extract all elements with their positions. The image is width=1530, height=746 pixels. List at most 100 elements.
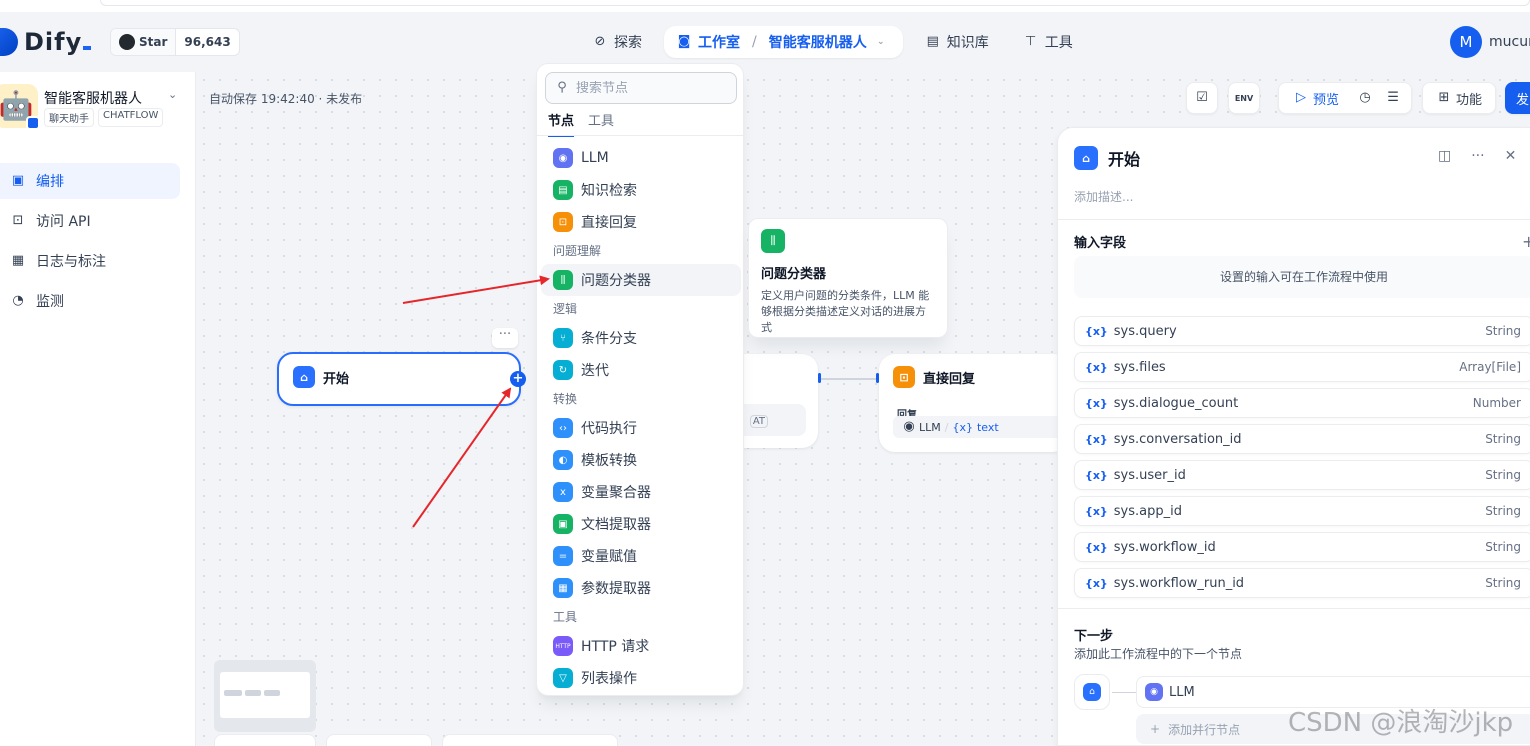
zoom-controls[interactable] — [214, 734, 316, 746]
node-option-llm[interactable]: ◉ LLM — [541, 142, 741, 174]
preview-button[interactable]: 预览 — [1313, 89, 1339, 108]
mode-controls[interactable] — [442, 734, 618, 746]
variable-row: {x} sys.user_id String — [1074, 460, 1530, 490]
sidebar-item-logs[interactable]: ▦ 日志与标注 — [0, 243, 180, 279]
current-app-switcher[interactable]: 智能客服机器人 — [769, 32, 867, 52]
plus-icon: + — [1150, 722, 1161, 736]
panel-title[interactable]: 开始 — [1108, 146, 1140, 170]
compass-icon: ⊘ — [594, 34, 606, 49]
next-step-label: 下一步 — [1074, 629, 1114, 644]
sidebar-item-api[interactable]: ⊡ 访问 API — [0, 203, 180, 239]
play-icon[interactable]: ▷ — [1293, 90, 1309, 106]
node-option-list-operator[interactable]: ▽ 列表操作 — [541, 662, 741, 694]
system-variables-list: {x} sys.query String {x} sys.files Array[Fil… — [1074, 316, 1530, 604]
app-tags: 聊天助手 CHATFLOW — [44, 108, 164, 127]
variable-icon: x — [553, 482, 573, 502]
start-node-panel: ⌂ 开始 ◫ ··· ✕ 添加描述... 输入字段 + 设置的输入可在工作流程中使… — [1057, 127, 1530, 746]
llm-icon: ◉ — [553, 148, 573, 168]
user-avatar[interactable]: M — [1450, 26, 1482, 58]
watermark: CSDN @浪淘沙jkp — [1288, 708, 1514, 738]
grid-icon: ⊞ — [1438, 90, 1450, 105]
input-fields-label: 输入字段 — [1074, 236, 1127, 251]
document-icon: ▦ — [11, 253, 25, 268]
node-search[interactable]: ⚲ — [545, 72, 737, 104]
panel-layout-icon[interactable]: ◫ — [1438, 148, 1451, 164]
sidebar-item-monitor[interactable]: ◔ 监测 — [0, 283, 180, 319]
logo-mark-icon — [0, 28, 18, 56]
node-option-iteration[interactable]: ↻ 迭代 — [541, 354, 741, 386]
dify-logo[interactable]: Dify — [0, 28, 92, 56]
variable-icon: {x} — [1085, 396, 1108, 410]
group-logic: 逻辑 — [553, 302, 578, 316]
variable-row: {x} sys.dialogue_count Number — [1074, 388, 1530, 418]
tooltip-title: 问题分类器 — [761, 267, 827, 282]
node-option-template[interactable]: ◐ 模板转换 — [541, 444, 741, 476]
node-more-icon[interactable]: ··· — [492, 328, 518, 348]
chevron-down-icon[interactable]: ⌄ — [873, 34, 889, 50]
node-option-if-else[interactable]: ⑂ 条件分支 — [541, 322, 741, 354]
node-tag: AT — [749, 415, 768, 428]
nav-studio-label: 工作室 — [698, 35, 740, 51]
panel-more-icon[interactable]: ··· — [1471, 148, 1484, 164]
node-option-code[interactable]: ‹› 代码执行 — [541, 412, 741, 444]
book-icon: ▤ — [926, 34, 939, 49]
terminal-icon: ⊡ — [12, 213, 24, 228]
features-button[interactable]: ⊞ 功能 — [1422, 82, 1496, 114]
tab-nodes[interactable]: 节点 — [548, 110, 575, 137]
node-option-variable-assigner[interactable]: = 变量赋值 — [541, 540, 741, 572]
app-name[interactable]: 智能客服机器人 — [44, 88, 142, 108]
reply-icon: ⊡ — [553, 212, 573, 232]
group-tools: 工具 — [553, 610, 578, 624]
group-transform: 转换 — [553, 392, 578, 406]
loop-icon: ↻ — [553, 360, 573, 380]
reply-icon: ⊡ — [893, 366, 915, 388]
node-search-input[interactable] — [576, 80, 736, 96]
nav-tools[interactable]: ⊤ 工具 — [1011, 26, 1085, 58]
publish-button[interactable]: 发 — [1505, 82, 1530, 114]
add-node-plus-icon[interactable]: + — [510, 371, 526, 387]
app-type-tag: 聊天助手 — [44, 108, 94, 127]
llm-icon: ◉ — [1145, 683, 1163, 701]
reply-node-title: 直接回复 — [923, 371, 976, 387]
node-option-doc-extractor[interactable]: ▣ 文档提取器 — [541, 508, 741, 540]
variable-icon: {x} — [1085, 360, 1108, 374]
assign-icon: = — [553, 546, 573, 566]
node-option-knowledge-retrieval[interactable]: ▤ 知识检索 — [541, 174, 741, 206]
main-nav: ⊘ 探索 ◙ 工作室 / 智能客服机器人 ⌄ ▤ 知识库 ⊤ 工具 — [580, 26, 1085, 58]
reply-node[interactable]: ⊡直接回复 回复 ◉ LLM / {x} text — [879, 354, 1069, 452]
env-button[interactable]: ENV — [1228, 82, 1260, 114]
list-icon[interactable]: ☰ — [1385, 90, 1401, 106]
user-name[interactable]: mucun — [1489, 34, 1530, 50]
github-star-button[interactable]: Star 96,643 — [110, 28, 240, 56]
canvas-controls[interactable] — [326, 734, 432, 746]
tab-tools[interactable]: 工具 — [588, 110, 614, 137]
checklist-button[interactable]: ☑ — [1186, 82, 1218, 114]
node-option-direct-reply[interactable]: ⊡ 直接回复 — [541, 206, 741, 238]
node-selector-popup: ⚲ 节点 工具 ◉LLM ▤知识检索 ⊡直接回复 问题理解 ⫼问题分类器 逻辑 … — [536, 63, 744, 696]
add-field-plus-icon[interactable]: + — [1522, 232, 1530, 251]
panel-description-input[interactable]: 添加描述... — [1074, 188, 1133, 205]
next-step-description: 添加此工作流程中的下一个节点 — [1074, 647, 1243, 661]
close-icon[interactable]: ✕ — [1505, 148, 1517, 164]
nav-explore[interactable]: ⊘ 探索 — [580, 26, 654, 58]
start-node[interactable]: ⌂ 开始 — [277, 352, 521, 406]
history-icon[interactable]: ◷ — [1357, 90, 1373, 106]
http-icon: HTTP — [553, 636, 573, 656]
book-icon: ▤ — [553, 180, 573, 200]
app-menu-chevron-icon[interactable]: ⌄ — [168, 88, 177, 101]
nav-knowledge[interactable]: ▤ 知识库 — [913, 26, 1001, 58]
source-handle[interactable] — [818, 373, 821, 383]
node-option-parameter-extractor[interactable]: ▦ 参数提取器 — [541, 572, 741, 604]
sidebar-menu: ▣ 编排 ⊡ 访问 API ▦ 日志与标注 ◔ 监测 — [0, 163, 196, 323]
node-option-question-classifier[interactable]: ⫼ 问题分类器 — [541, 264, 741, 296]
variable-icon: {x} — [1085, 324, 1108, 338]
top-header: Dify Star 96,643 ⊘ 探索 ◙ 工作室 / 智能客服机器人 ⌄ ▤… — [0, 12, 1530, 72]
doc-extract-icon: ▣ — [553, 514, 573, 534]
classifier-icon: ⫼ — [761, 229, 785, 253]
node-option-http-request[interactable]: HTTP HTTP 请求 — [541, 630, 741, 662]
minimap[interactable] — [214, 660, 316, 732]
node-option-variable-aggregator[interactable]: x 变量聚合器 — [541, 476, 741, 508]
sidebar-item-orchestrate[interactable]: ▣ 编排 — [0, 163, 180, 199]
browser-strip — [0, 0, 1530, 12]
nav-studio[interactable]: ◙ 工作室 / 智能客服机器人 ⌄ — [664, 26, 903, 58]
